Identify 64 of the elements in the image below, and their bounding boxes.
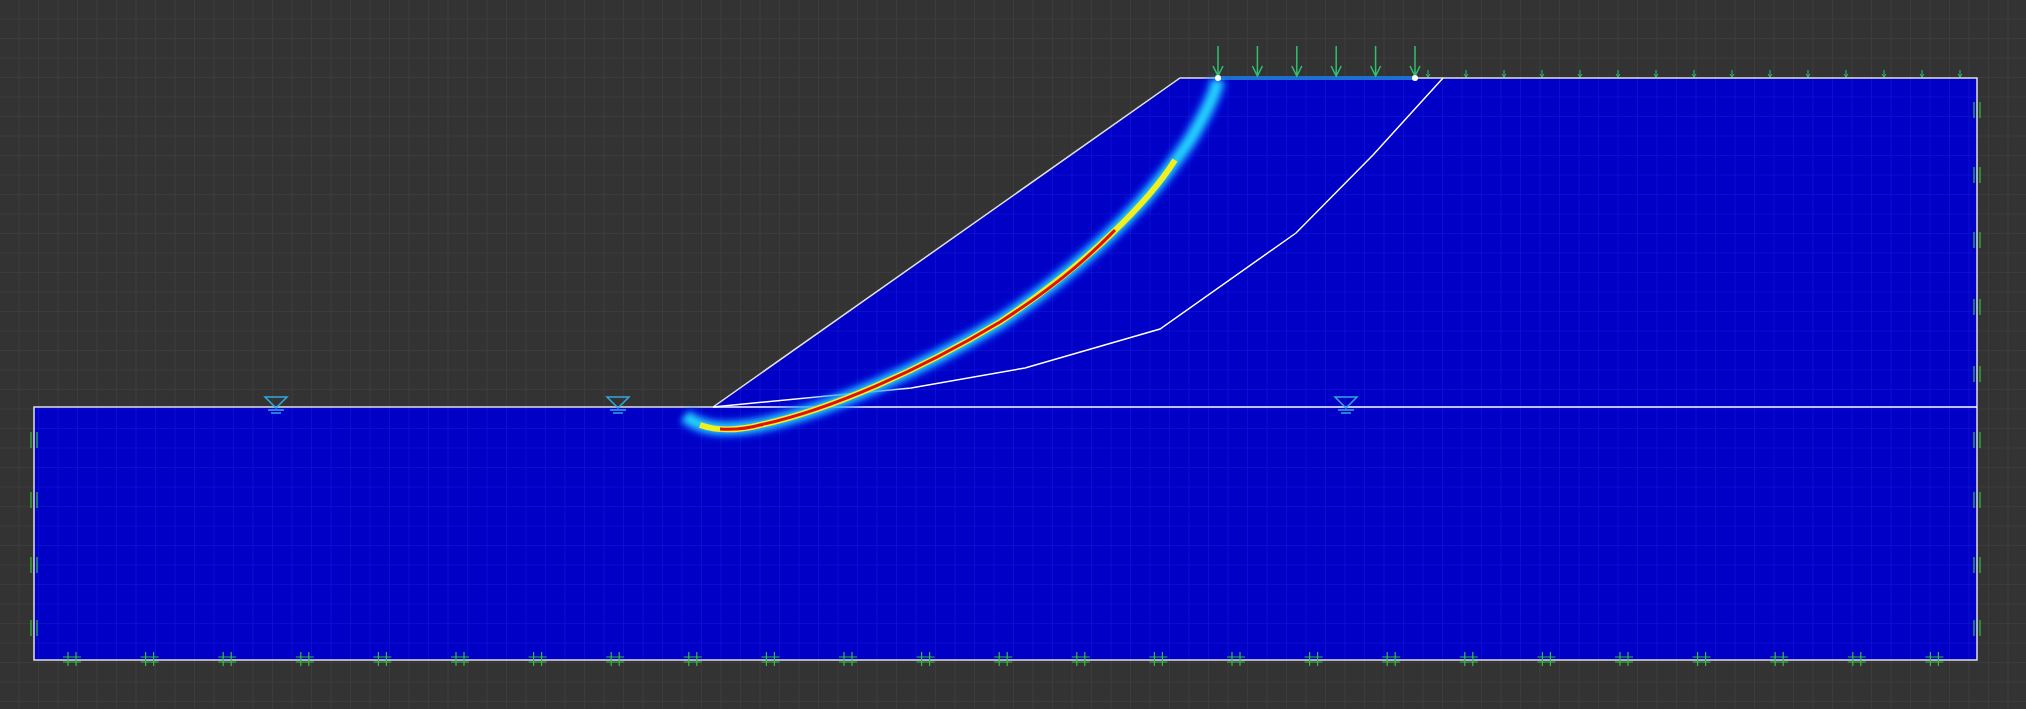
fixed-support-icon <box>916 651 936 667</box>
fixed-support-icon <box>1459 651 1479 667</box>
fixed-support-icon <box>528 651 548 667</box>
fixed-support-icon <box>1304 651 1324 667</box>
fixed-support-icon <box>838 651 858 667</box>
water-table-icon <box>264 396 289 414</box>
fixed-support-icon <box>1692 651 1712 667</box>
fixed-support-icon <box>1148 651 1168 667</box>
load-arrow-icon <box>1251 45 1264 78</box>
roller-support-icon <box>1973 231 1981 249</box>
roller-support-icon <box>30 491 38 509</box>
fixed-support-icon <box>1226 651 1246 667</box>
roller-support-icon <box>1973 431 1981 449</box>
fixed-support-icon <box>993 651 1013 667</box>
load-arrow-icon <box>1409 45 1421 78</box>
small-arrow-icon <box>1691 69 1697 78</box>
water-table-icon <box>1334 396 1359 414</box>
small-arrow-icon <box>1843 69 1849 78</box>
fixed-support-icon <box>1847 651 1867 667</box>
fixed-support-icon <box>683 651 703 667</box>
roller-support-icon <box>1973 101 1981 119</box>
load-arrow-icon <box>1291 45 1303 78</box>
roller-support-icon <box>1973 365 1981 383</box>
small-arrow-icon <box>1425 69 1431 78</box>
roller-support-icon <box>1973 619 1981 637</box>
fixed-support-icon <box>1924 651 1944 667</box>
small-arrow-icon <box>1805 69 1811 78</box>
small-arrow-icon <box>1615 69 1621 78</box>
roller-support-icon <box>1973 298 1981 316</box>
small-arrow-icon <box>1463 69 1469 78</box>
small-arrow-icon <box>1577 69 1583 78</box>
roller-support-icon <box>30 619 38 637</box>
small-arrow-icon <box>1919 69 1925 78</box>
small-arrow-icon <box>1767 69 1773 78</box>
small-arrow-icon <box>1881 69 1887 78</box>
roller-support-icon <box>30 556 38 574</box>
roller-support-icon <box>30 431 38 449</box>
fixed-support-icon <box>295 651 315 667</box>
fixed-support-icon <box>1536 651 1556 667</box>
fixed-support-icon <box>1071 651 1091 667</box>
node-point <box>1215 75 1221 81</box>
fixed-support-icon <box>605 651 625 667</box>
fixed-support-icon <box>62 651 82 667</box>
fixed-support-icon <box>450 651 470 667</box>
load-arrow-icon <box>1330 45 1342 78</box>
fixed-support-icon <box>1381 651 1401 667</box>
load-arrow-icon <box>1212 45 1224 78</box>
small-arrow-icon <box>1653 69 1659 78</box>
small-arrow-icon <box>1729 69 1735 78</box>
fixed-support-icon <box>760 651 780 667</box>
fixed-support-icon <box>217 651 237 667</box>
small-arrow-icon <box>1957 69 1963 78</box>
small-arrow-icon <box>1539 69 1545 78</box>
roller-support-icon <box>1973 556 1981 574</box>
fixed-support-icon <box>1614 651 1634 667</box>
fixed-support-icon <box>372 651 392 667</box>
roller-support-icon <box>1973 166 1981 184</box>
fixed-support-icon <box>140 651 160 667</box>
load-arrow-icon <box>1369 45 1382 78</box>
roller-support-icon <box>1973 491 1981 509</box>
small-arrow-icon <box>1501 69 1507 78</box>
fixed-support-icon <box>1769 651 1789 667</box>
water-table-icon <box>606 396 631 414</box>
node-point <box>1412 75 1418 81</box>
